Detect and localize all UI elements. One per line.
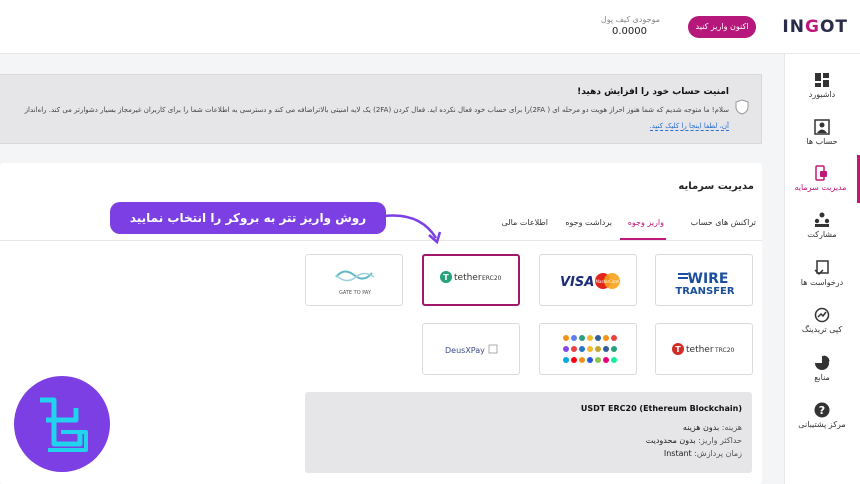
sidebar-item-dashboard[interactable]: داشبورد — [784, 62, 860, 110]
crypto-coins-option[interactable] — [539, 323, 637, 375]
resources-icon — [815, 355, 830, 370]
svg-text:VISA: VISA — [560, 275, 594, 290]
tab-account-transactions[interactable]: تراکنش های حساب — [691, 218, 756, 227]
shield-icon — [735, 99, 749, 115]
tether-trc20-option[interactable]: T tether TRC20 — [655, 323, 753, 375]
help-icon: ? — [814, 402, 830, 418]
visa-mastercard-option[interactable]: VISA MasterCard — [539, 254, 637, 306]
selected-method-info: USDT ERC20 (Ethereum Blockchain) هزینه: … — [305, 392, 752, 473]
sidebar-item-label: مدیریت سرمایه — [794, 183, 847, 192]
max-deposit-label: حداکثر واریز: — [698, 436, 742, 445]
selected-method-title: USDT ERC20 (Ethereum Blockchain) — [580, 404, 742, 413]
sidebar-item-requests[interactable]: درخواست ها — [784, 250, 860, 298]
tab-withdraw[interactable]: برداشت وجوه — [565, 218, 612, 227]
sidebar-item-funds[interactable]: مدیریت سرمایه — [784, 155, 860, 203]
wallet-balance-value: 0.0000 — [612, 26, 647, 37]
sidebar-item-label: کپی تریدینگ — [801, 325, 843, 334]
svg-text:T: T — [675, 345, 681, 354]
security-alert-title: امنیت حساب خود را افزایش دهید! — [577, 87, 729, 97]
max-deposit-row: حداکثر واریز: بدون محدودیت — [646, 436, 742, 445]
fee-label: هزینه: — [721, 423, 742, 432]
fee-value: بدون هزینه — [682, 423, 720, 432]
tab-financial-info[interactable]: اطلاعات مالی — [502, 218, 548, 227]
sidebar-item-help[interactable]: ? مرکز پشتیبانی — [784, 392, 860, 440]
tether-trc20-logo: T tether TRC20 — [672, 343, 735, 355]
page-title: مدیریت سرمایه — [678, 181, 754, 192]
security-alert: امنیت حساب خود را افزایش دهید! سلام! ما … — [0, 74, 762, 144]
enable-2fa-link[interactable]: آن، لطفا اینجا را کلیک کنید. — [649, 122, 729, 131]
tutorial-annotation: روش واریز تتر به بروکر را انتخاب نمایید — [110, 202, 386, 234]
sidebar: داشبورد حساب ها مدیریت سرمایه مشارکت درخ… — [784, 54, 860, 484]
tether-erc20-option[interactable]: T tether ERC20 — [422, 254, 520, 306]
annotation-arrow-icon — [383, 214, 442, 245]
gate-to-pay-logo: GATE TO PAY — [335, 270, 375, 296]
partnership-icon — [814, 212, 830, 227]
fee-row: هزینه: بدون هزینه — [683, 423, 742, 432]
svg-text:ERC20: ERC20 — [482, 275, 502, 282]
sidebar-item-accounts[interactable]: حساب ها — [784, 109, 860, 157]
visa-mastercard-logo: VISA MasterCard — [560, 273, 620, 290]
sidebar-item-label: درخواست ها — [800, 278, 844, 287]
sidebar-item-resources[interactable]: منابع — [784, 345, 860, 393]
wire-transfer-logo: WIRE TRANSFER — [675, 271, 734, 297]
tab-deposit[interactable]: واریز وجوه — [628, 218, 664, 227]
brand-icon — [40, 397, 88, 452]
copy-trading-icon — [814, 307, 830, 323]
processing-time-value: Instant — [663, 449, 692, 458]
tether-erc20-logo: T tether ERC20 — [440, 271, 502, 283]
svg-text:?: ? — [819, 404, 825, 417]
svg-text:T: T — [443, 273, 449, 282]
sidebar-item-partnership[interactable]: مشارکت — [784, 202, 860, 250]
wallet-icon — [814, 165, 827, 181]
crypto-coins-logo — [563, 335, 617, 363]
accounts-icon — [814, 119, 830, 135]
security-alert-body: سلام! ما متوجه شدیم که شما هنوز احراز هو… — [24, 106, 729, 114]
wallet-balance-label: موجودی کیف پول — [600, 15, 660, 24]
sidebar-item-label: حساب ها — [806, 137, 838, 146]
max-deposit-value: بدون محدودیت — [645, 436, 696, 445]
requests-icon — [814, 260, 829, 276]
deusxpay-option[interactable]: DeusXPay — [422, 323, 520, 375]
wire-transfer-option[interactable]: WIRE TRANSFER — [655, 254, 753, 306]
dashboard-icon — [815, 73, 829, 87]
sidebar-item-label: مرکز پشتیبانی — [798, 420, 846, 429]
svg-text:TRC20: TRC20 — [714, 347, 735, 354]
processing-time-row: زمان پردازش: Instant — [664, 449, 742, 458]
sidebar-item-label: منابع — [814, 373, 830, 382]
top-bar: INGOT اکنون واریز کنید موجودی کیف پول 0.… — [0, 0, 860, 54]
svg-text:WIRE: WIRE — [688, 271, 729, 287]
svg-text:DeusXPay: DeusXPay — [445, 346, 485, 355]
sidebar-item-label: مشارکت — [807, 230, 837, 239]
svg-text:GATE TO PAY: GATE TO PAY — [339, 290, 372, 296]
deposit-now-button[interactable]: اکنون واریز کنید — [688, 16, 756, 38]
svg-text:TRANSFER: TRANSFER — [675, 286, 734, 297]
tradingfinder-logo — [14, 376, 110, 472]
svg-text:tether: tether — [686, 345, 714, 355]
processing-time-label: زمان پردازش: — [694, 449, 742, 458]
gate-to-pay-option[interactable]: GATE TO PAY — [305, 254, 403, 306]
svg-text:tether: tether — [454, 273, 482, 283]
deusxpay-logo: DeusXPay — [445, 344, 498, 355]
sidebar-item-copy-trading[interactable]: کپی تریدینگ — [784, 297, 860, 345]
active-tab-indicator — [620, 238, 666, 240]
svg-text:MasterCard: MasterCard — [595, 279, 618, 284]
sidebar-item-label: داشبورد — [808, 90, 836, 99]
ingot-logo[interactable]: INGOT — [782, 17, 848, 37]
